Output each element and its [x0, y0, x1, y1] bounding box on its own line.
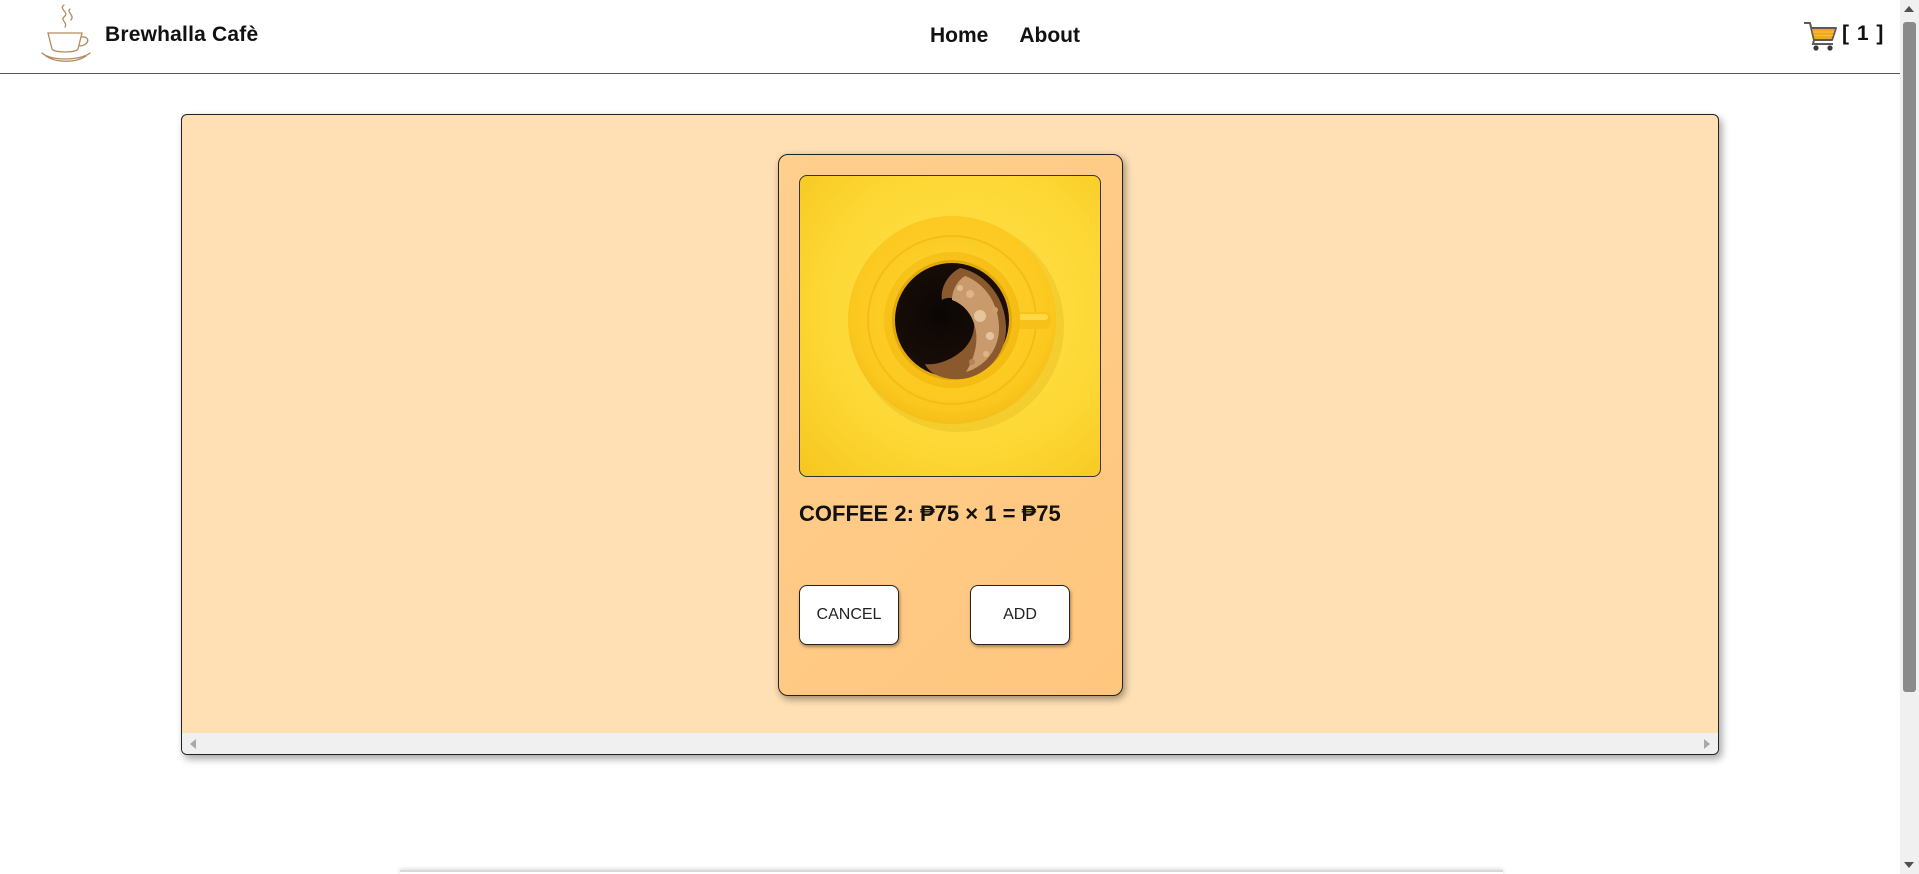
- coffee-cup-logo-icon[interactable]: [40, 3, 94, 65]
- cart-button[interactable]: [ 1 ]: [1803, 20, 1884, 52]
- vertical-scrollbar[interactable]: [1900, 0, 1919, 874]
- main-nav: Home About: [930, 24, 1080, 48]
- scroll-left-icon[interactable]: [190, 739, 196, 749]
- shopping-cart-icon: [1804, 22, 1837, 51]
- site-header: Brewhalla Cafè Home About [ 1 ]: [0, 0, 1900, 74]
- page: Brewhalla Cafè Home About [ 1 ] COFFEE 2…: [0, 0, 1900, 874]
- horizontal-scrollbar[interactable]: [182, 733, 1718, 754]
- brand-name[interactable]: Brewhalla Cafè: [105, 23, 258, 47]
- nav-home-link[interactable]: Home: [930, 24, 988, 48]
- cancel-button[interactable]: CANCEL: [799, 585, 899, 645]
- coffee-image: [799, 175, 1101, 477]
- order-panel: COFFEE 2: ₱75 × 1 = ₱75 CANCEL ADD: [181, 114, 1719, 755]
- product-card: COFFEE 2: ₱75 × 1 = ₱75 CANCEL ADD: [778, 154, 1123, 696]
- next-section-edge: [400, 870, 1503, 874]
- nav-about-link[interactable]: About: [1019, 24, 1080, 48]
- order-summary: COFFEE 2: ₱75 × 1 = ₱75: [799, 501, 1061, 526]
- scroll-down-icon[interactable]: [1904, 862, 1914, 868]
- add-button[interactable]: ADD: [970, 585, 1070, 645]
- scrollbar-thumb[interactable]: [1903, 22, 1916, 692]
- coffee-cup-illustration-icon: [848, 216, 1064, 432]
- cart-count: [ 1 ]: [1842, 22, 1885, 45]
- scroll-right-icon[interactable]: [1704, 739, 1710, 749]
- scroll-up-icon[interactable]: [1904, 6, 1914, 12]
